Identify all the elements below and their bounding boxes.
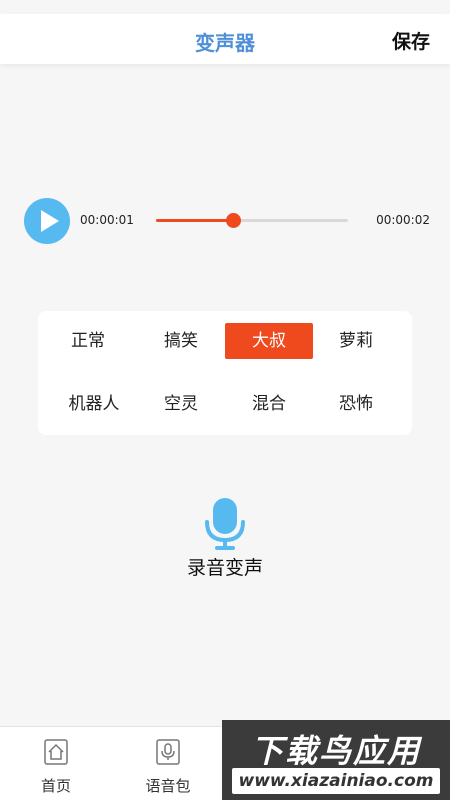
microphone-icon: [205, 498, 245, 550]
effect-horror[interactable]: 恐怖: [312, 386, 400, 422]
progress-fill: [156, 219, 233, 222]
save-button[interactable]: 保存: [392, 27, 430, 54]
page-title: 变声器: [195, 31, 255, 55]
progress-track[interactable]: [156, 213, 348, 228]
current-time: 00:00:01: [80, 213, 134, 227]
tab-voice-pack-label: 语音包: [145, 777, 191, 795]
home-icon: [44, 739, 68, 765]
watermark-url: www.xiazainiao.com: [232, 768, 440, 794]
tab-voice-pack[interactable]: 语音包: [123, 735, 213, 795]
effect-uncle[interactable]: 大叔: [225, 323, 313, 359]
tab-home-label: 首页: [40, 777, 71, 795]
tab-home[interactable]: 首页: [11, 735, 101, 795]
total-duration: 00:00:02: [376, 213, 430, 227]
effect-loli[interactable]: 萝莉: [312, 323, 400, 359]
effect-robot[interactable]: 机器人: [50, 386, 138, 422]
audio-player: 00:00:01 00:00:02: [0, 196, 450, 246]
progress-thumb[interactable]: [226, 213, 241, 228]
effect-mixed[interactable]: 混合: [225, 386, 313, 422]
effect-normal[interactable]: 正常: [44, 323, 132, 359]
effect-funny[interactable]: 搞笑: [137, 323, 225, 359]
record-label: 录音变声: [186, 557, 263, 579]
watermark-title: 下载鸟应用: [250, 732, 421, 770]
voice-effects-panel: 正常 搞笑 大叔 萝莉 机器人 空灵 混合 恐怖: [38, 311, 412, 435]
record-button[interactable]: 录音变声: [0, 498, 450, 588]
play-button[interactable]: [24, 198, 70, 244]
status-bar: [0, 0, 450, 14]
app-header: 变声器 保存: [0, 14, 450, 64]
voice-pack-icon: [156, 739, 180, 765]
watermark: 下载鸟应用 www.xiazainiao.com: [222, 720, 450, 800]
play-icon: [41, 210, 59, 232]
effect-ethereal[interactable]: 空灵: [137, 386, 225, 422]
